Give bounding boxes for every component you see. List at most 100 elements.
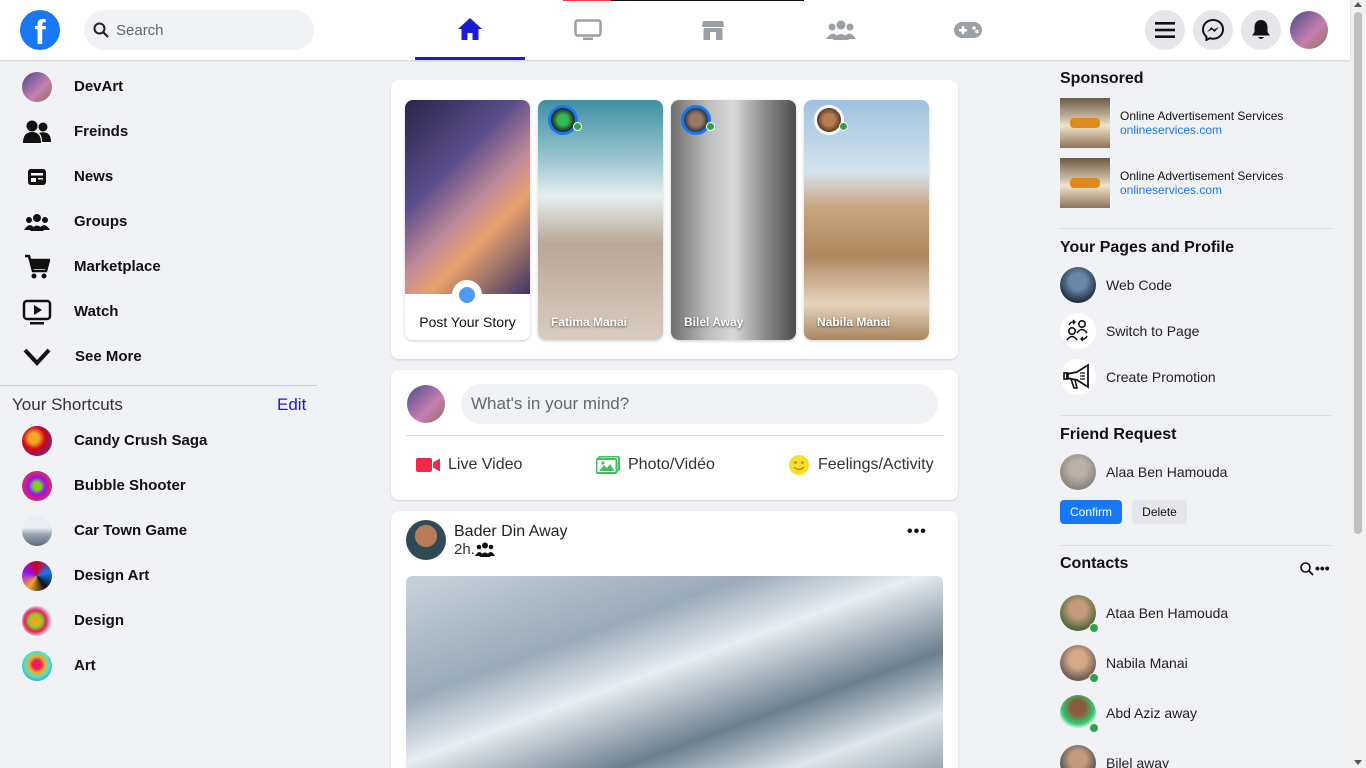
- game-icon: [22, 515, 52, 546]
- sidebar-item-news[interactable]: News: [0, 154, 317, 199]
- tab-groups[interactable]: [786, 0, 896, 60]
- composer-avatar: [407, 385, 445, 423]
- composer-action-label: Feelings/Activity: [818, 456, 934, 473]
- search-box[interactable]: [84, 10, 314, 50]
- feelings-activity-button[interactable]: Feelings/Activity: [788, 450, 934, 480]
- search-input[interactable]: [116, 10, 306, 50]
- shortcut-art[interactable]: Art: [0, 643, 317, 688]
- post-story-card[interactable]: Post Your Story: [405, 100, 530, 340]
- contact-item[interactable]: Abd Aziz away: [1060, 695, 1340, 733]
- sidebar-item-see-more[interactable]: See More: [0, 334, 317, 379]
- edit-shortcuts-link[interactable]: Edit: [277, 395, 306, 415]
- friend-request-item[interactable]: Alaa Ben Hamouda: [1060, 454, 1340, 490]
- contact-item[interactable]: Nabila Manai: [1060, 645, 1340, 683]
- feed-post: Bader Din Away 2h. •••: [391, 511, 958, 768]
- contact-name: Bilel away: [1106, 755, 1170, 768]
- tab-home[interactable]: [415, 0, 525, 60]
- shortcut-bubble-shooter[interactable]: Bubble Shooter: [0, 463, 317, 508]
- menu-button[interactable]: [1145, 10, 1185, 50]
- groups-icon: [22, 207, 52, 237]
- facebook-logo[interactable]: f: [20, 10, 60, 50]
- confirm-button[interactable]: Confirm: [1060, 500, 1122, 524]
- watch-icon: [22, 297, 52, 327]
- story-card[interactable]: Bilel Away: [671, 100, 796, 340]
- shortcut-label: Bubble Shooter: [74, 477, 186, 494]
- right-divider: [1060, 415, 1332, 416]
- sidebar-item-friends[interactable]: Freinds: [0, 109, 317, 154]
- messenger-icon: [1202, 19, 1224, 41]
- post-meta: 2h.: [454, 541, 495, 558]
- shortcut-label: Car Town Game: [74, 522, 188, 539]
- friends-audience-icon: [474, 542, 495, 557]
- shortcut-candy-crush[interactable]: Candy Crush Saga: [0, 418, 317, 463]
- photo-icon: [596, 456, 620, 474]
- contact-item[interactable]: Bilel away: [1060, 745, 1340, 768]
- live-video-icon: [416, 458, 440, 472]
- tab-marketplace[interactable]: [658, 0, 768, 60]
- story-card[interactable]: Fatima Manai: [538, 100, 663, 340]
- delete-button[interactable]: Delete: [1132, 500, 1187, 524]
- contact-name: Nabila Manai: [1106, 655, 1188, 671]
- messenger-button[interactable]: [1193, 10, 1233, 50]
- sidebar-item-groups[interactable]: Groups: [0, 199, 317, 244]
- game-icon: [22, 425, 52, 456]
- online-indicator: [1089, 623, 1099, 633]
- contact-item[interactable]: Ataa Ben Hamouda: [1060, 595, 1340, 633]
- post-options-icon[interactable]: •••: [907, 523, 927, 541]
- photo-video-button[interactable]: Photo/Vidéo: [596, 450, 715, 480]
- post-story-label: Post Your Story: [419, 314, 516, 330]
- shortcut-label: Art: [74, 657, 96, 674]
- post-image[interactable]: [406, 576, 943, 768]
- tab-watch[interactable]: [533, 0, 643, 60]
- online-indicator: [573, 122, 582, 131]
- right-divider: [1060, 228, 1332, 229]
- shortcut-label: Candy Crush Saga: [74, 432, 208, 449]
- contacts-options-icon[interactable]: •••: [1315, 560, 1330, 576]
- add-story-icon[interactable]: [452, 280, 482, 310]
- sidebar-divider: [0, 385, 317, 386]
- page-avatar: [1060, 267, 1096, 303]
- create-promotion[interactable]: Create Promotion: [1060, 359, 1340, 395]
- sidebar-item-label: Groups: [74, 213, 128, 230]
- story-author-name: Fatima Manai: [551, 315, 628, 329]
- ad-link[interactable]: onlineservices.com: [1120, 183, 1222, 197]
- ad-thumbnail[interactable]: [1060, 158, 1110, 208]
- requester-name: Alaa Ben Hamouda: [1106, 464, 1228, 480]
- post-author-name[interactable]: Bader Din Away: [454, 523, 568, 541]
- scrollbar-thumb[interactable]: [1354, 12, 1362, 534]
- app-icon: [22, 650, 52, 681]
- search-contacts-icon[interactable]: [1300, 562, 1314, 576]
- scroll-up-icon[interactable]: [1354, 2, 1362, 7]
- tab-gaming[interactable]: [913, 0, 1023, 60]
- switch-to-page[interactable]: Switch to Page: [1060, 313, 1340, 349]
- logo-letter: f: [34, 14, 46, 50]
- sidebar-item-label: Marketplace: [74, 258, 161, 275]
- live-video-button[interactable]: Live Video: [416, 450, 522, 480]
- page-web-code[interactable]: Web Code: [1060, 267, 1340, 303]
- shortcut-design[interactable]: Design: [0, 598, 317, 643]
- sidebar-item-watch[interactable]: Watch: [0, 289, 317, 334]
- contact-avatar: [1060, 695, 1099, 733]
- search-icon: [93, 22, 109, 38]
- ad-title[interactable]: Online Advertisement Services: [1120, 109, 1283, 123]
- shortcut-design-art[interactable]: Design Art: [0, 553, 317, 598]
- sidebar-item-profile[interactable]: DevArt: [0, 64, 317, 109]
- composer-input[interactable]: [461, 384, 938, 424]
- profile-avatar[interactable]: [1290, 11, 1328, 49]
- composer-divider: [406, 435, 944, 436]
- page-scrollbar[interactable]: [1350, 0, 1366, 768]
- groups-icon: [826, 20, 856, 40]
- ad-thumbnail[interactable]: [1060, 98, 1110, 148]
- scroll-down-icon[interactable]: [1354, 760, 1362, 765]
- online-indicator: [1089, 673, 1099, 683]
- profile-avatar-icon: [22, 71, 52, 102]
- shortcut-car-town[interactable]: Car Town Game: [0, 508, 317, 553]
- post-author-avatar[interactable]: [406, 520, 446, 560]
- sidebar-item-marketplace[interactable]: Marketplace: [0, 244, 317, 289]
- notifications-button[interactable]: [1241, 10, 1281, 50]
- sponsored-title: Sponsored: [1060, 70, 1144, 87]
- story-card[interactable]: Nabila Manai: [804, 100, 929, 340]
- feeling-icon: [789, 455, 809, 475]
- ad-title[interactable]: Online Advertisement Services: [1120, 169, 1283, 183]
- ad-link[interactable]: onlineservices.com: [1120, 123, 1222, 137]
